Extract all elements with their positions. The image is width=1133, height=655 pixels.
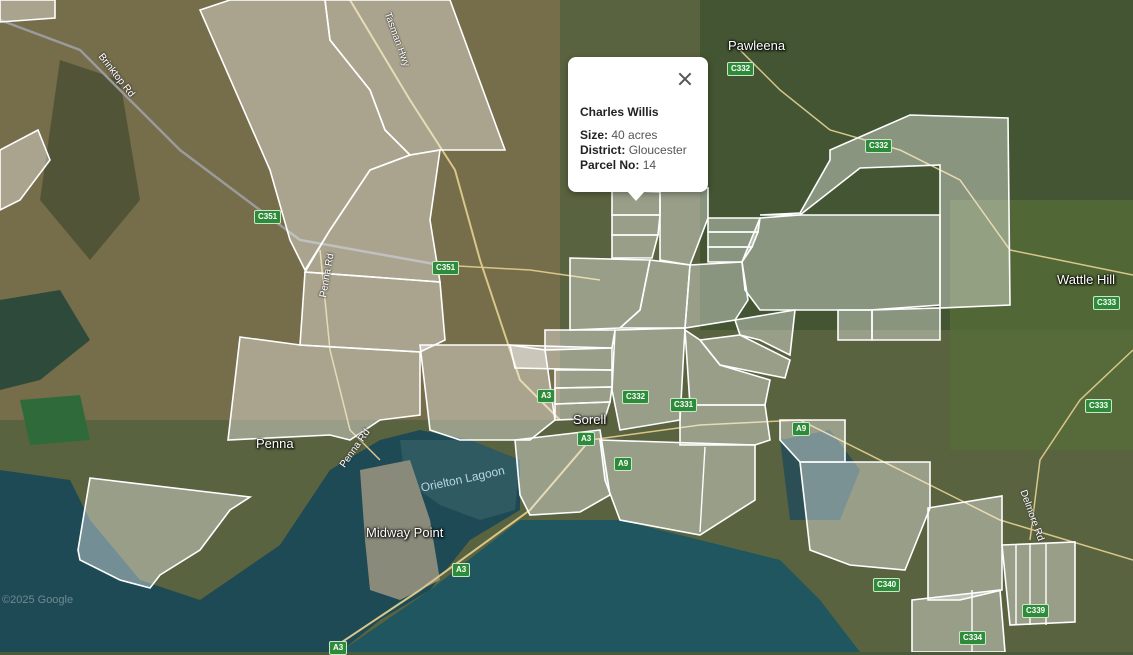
route-shield-c331: C331 [670, 398, 698, 412]
popup-tail [627, 191, 645, 201]
size-label: Size: [580, 128, 612, 142]
route-shield-a3: A3 [577, 432, 596, 446]
parcel[interactable] [611, 327, 686, 431]
route-shield-c351: C351 [432, 261, 460, 275]
parcel[interactable] [611, 234, 660, 259]
district-label: District: [580, 143, 629, 157]
parcel[interactable] [837, 309, 873, 341]
route-shield-c340: C340 [873, 578, 901, 592]
parcel[interactable] [611, 214, 661, 236]
route-shield-a9: A9 [614, 457, 633, 471]
route-shield-c332: C332 [865, 139, 893, 153]
parcel[interactable] [707, 217, 761, 233]
size-value: 40 acres [611, 128, 658, 142]
parcel[interactable] [0, 0, 56, 23]
route-shield-c332: C332 [622, 390, 650, 404]
place-label-midway-point: Midway Point [366, 525, 444, 540]
parcel-info-popup: Charles Willis Size: 40 acres District: … [568, 57, 708, 201]
route-shield-a3: A3 [537, 389, 556, 403]
close-icon[interactable] [674, 68, 696, 90]
parcel[interactable] [554, 369, 613, 389]
route-shield-a9: A9 [792, 422, 811, 436]
map-watermark: ©2025 Google [2, 594, 74, 606]
route-shield-a3: A3 [452, 563, 471, 577]
field-green [20, 395, 90, 445]
route-shield-c351: C351 [254, 210, 282, 224]
parcel-label: Parcel No: [580, 158, 643, 172]
parcel[interactable] [927, 495, 1003, 601]
parcel-row: Parcel No: 14 [580, 158, 656, 172]
place-label-penna: Penna [256, 436, 294, 451]
parcel[interactable] [871, 307, 941, 341]
parcel[interactable] [509, 344, 613, 371]
route-shield-c332: C332 [727, 62, 755, 76]
owner-name: Charles Willis [580, 105, 659, 119]
route-shield-c333: C333 [1085, 399, 1113, 413]
size-row: Size: 40 acres [580, 128, 657, 142]
route-shield-c339: C339 [1022, 604, 1050, 618]
parcel[interactable] [741, 214, 941, 311]
district-value: Gloucester [628, 143, 687, 157]
place-label-sorell: Sorell [573, 412, 607, 427]
map-canvas[interactable] [0, 0, 1133, 652]
route-shield-a3: A3 [329, 641, 348, 655]
parcel[interactable] [799, 461, 931, 571]
place-label-pawleena: Pawleena [728, 38, 786, 53]
parcel-value: 14 [642, 158, 657, 172]
route-shield-c334: C334 [959, 631, 987, 645]
route-shield-c333: C333 [1093, 296, 1121, 310]
district-row: District: Gloucester [580, 143, 687, 157]
place-label-wattle-hill: Wattle Hill [1057, 272, 1116, 287]
parcel[interactable] [514, 429, 611, 516]
